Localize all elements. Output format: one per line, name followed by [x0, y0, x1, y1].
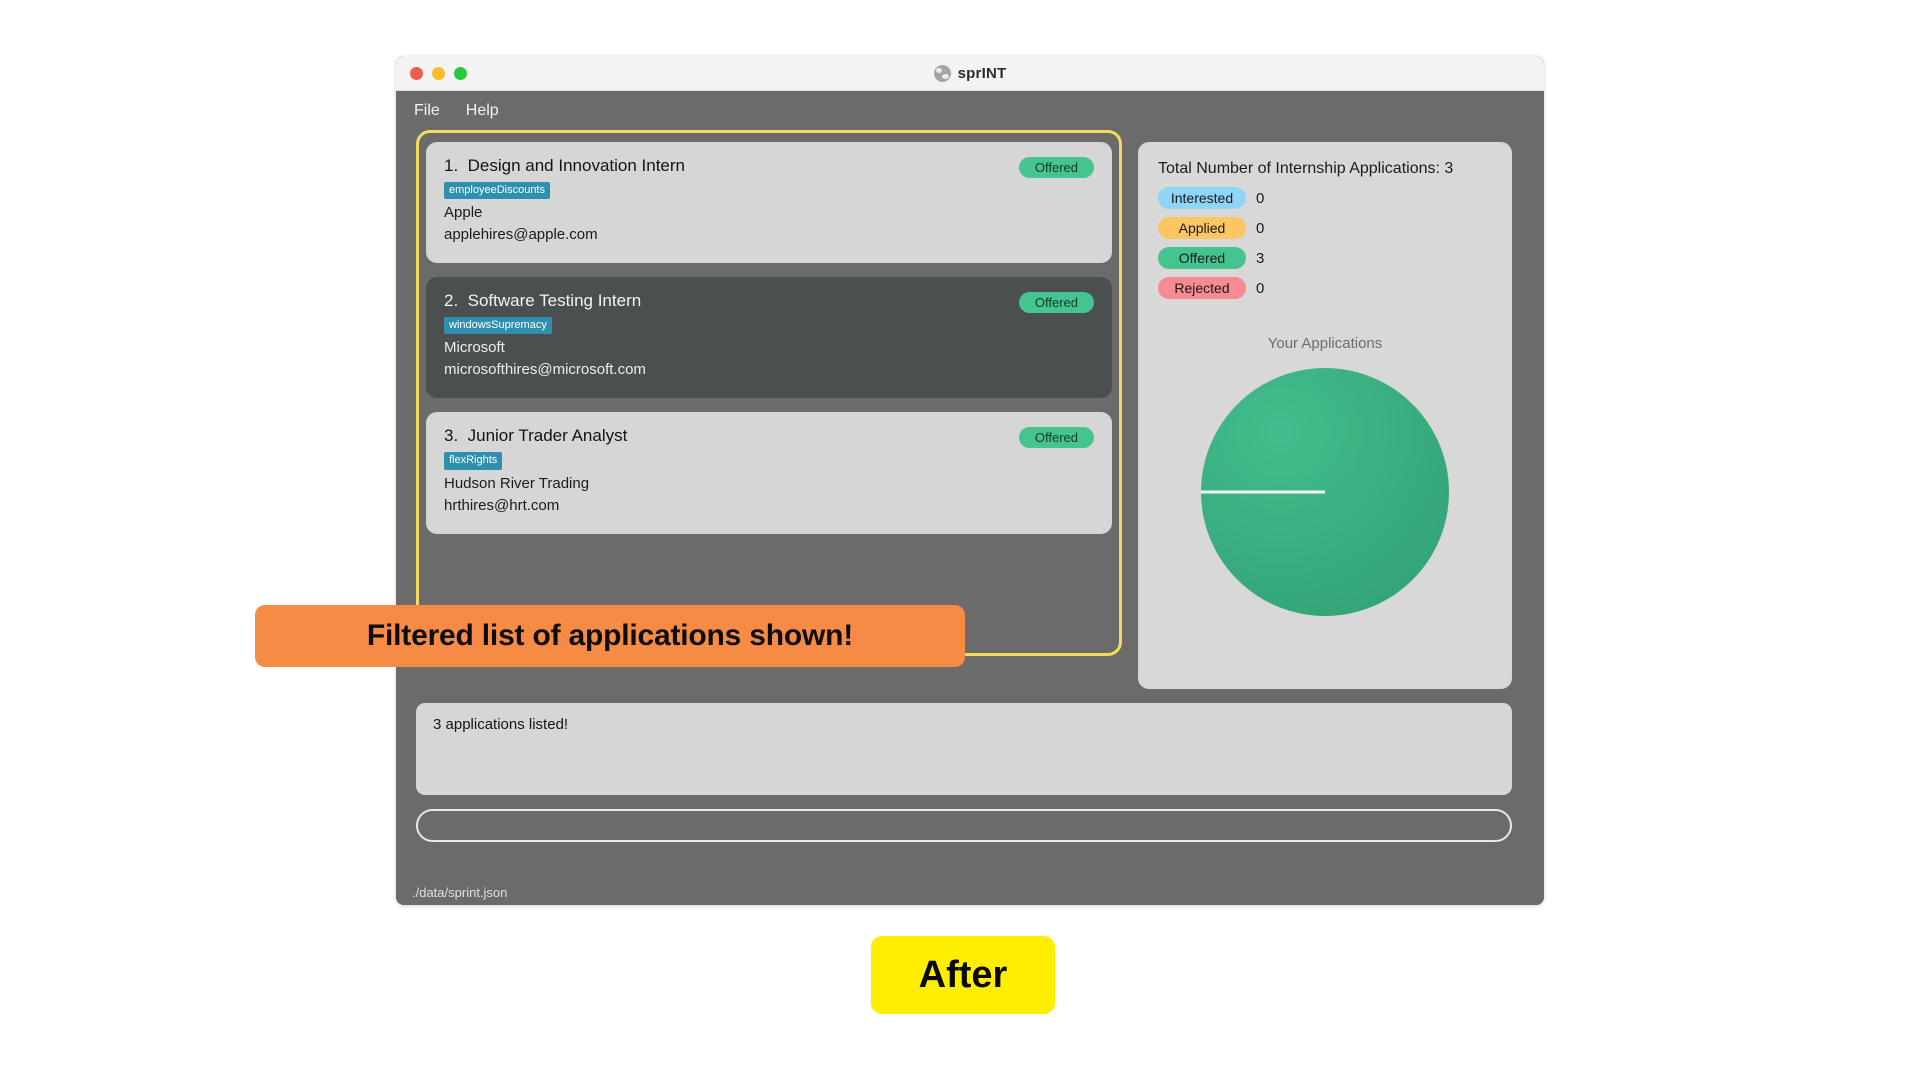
stat-row-rejected: Rejected 0: [1158, 277, 1492, 299]
stat-count-rejected: 0: [1256, 279, 1265, 297]
window-controls: [410, 66, 467, 80]
globe-icon: [933, 64, 951, 82]
log-output-box: 3 applications listed!: [416, 703, 1512, 795]
application-tag: employeeDiscounts: [444, 182, 550, 200]
annotation-banner-text: Filtered list of applications shown!: [366, 619, 854, 652]
statusbar: ./data/sprint.json: [396, 879, 1544, 905]
stat-row-interested: Interested 0: [1158, 187, 1492, 209]
application-tag: flexRights: [444, 452, 503, 470]
app-window: sprINT File Help 1. Design and Innovatio…: [396, 56, 1544, 905]
body-area: 1. Design and Innovation Intern Offered …: [396, 130, 1544, 905]
close-button[interactable]: [410, 66, 423, 80]
stat-chip-interested: Interested: [1158, 187, 1246, 209]
log-message: 3 applications listed!: [433, 716, 569, 733]
app-title: sprINT: [957, 64, 1007, 82]
application-card[interactable]: 2. Software Testing Intern Offered windo…: [426, 277, 1112, 399]
card-header-row: 1. Design and Innovation Intern Offered: [444, 156, 1094, 178]
application-list[interactable]: 1. Design and Innovation Intern Offered …: [426, 142, 1112, 534]
stat-count-interested: 0: [1256, 189, 1265, 207]
titlebar: sprINT: [396, 56, 1544, 91]
annotation-banner: Filtered list of applications shown!: [255, 605, 965, 667]
stat-count-applied: 0: [1256, 219, 1265, 237]
stat-row-offered: Offered 3: [1158, 247, 1492, 269]
application-card[interactable]: 3. Junior Trader Analyst Offered flexRig…: [426, 412, 1112, 534]
application-card[interactable]: 1. Design and Innovation Intern Offered …: [426, 142, 1112, 264]
application-title: 3. Junior Trader Analyst: [444, 426, 628, 446]
stat-chip-offered: Offered: [1158, 247, 1246, 269]
menu-item-file[interactable]: File: [414, 102, 440, 120]
minimize-button[interactable]: [432, 66, 445, 80]
stat-chip-applied: Applied: [1158, 217, 1246, 239]
application-email: applehires@apple.com: [444, 226, 598, 244]
application-tag: windowsSupremacy: [444, 317, 552, 335]
application-company: Hudson River Trading: [444, 474, 590, 492]
application-email: microsofthires@microsoft.com: [444, 361, 646, 379]
screenshot-root: sprINT File Help 1. Design and Innovatio…: [0, 0, 1920, 1080]
after-badge: After: [871, 936, 1055, 1014]
command-input[interactable]: [416, 809, 1512, 842]
pie-chart: [1201, 368, 1449, 616]
menubar: File Help: [396, 91, 1544, 130]
title-center-group: sprINT: [396, 64, 1544, 82]
stat-count-offered: 3: [1256, 249, 1265, 267]
menu-item-help[interactable]: Help: [466, 102, 499, 120]
stats-title: Total Number of Internship Applications:…: [1158, 160, 1454, 177]
stat-row-applied: Applied 0: [1158, 217, 1492, 239]
after-badge-text: After: [918, 953, 1008, 996]
application-title: 1. Design and Innovation Intern: [444, 156, 685, 175]
card-header-row: 3. Junior Trader Analyst Offered: [444, 426, 1094, 449]
application-company: Microsoft: [444, 339, 505, 357]
status-badge: Offered: [1018, 427, 1094, 449]
maximize-button[interactable]: [454, 66, 467, 80]
pie-chart-title: Your Applications: [1267, 335, 1383, 352]
status-badge: Offered: [1018, 157, 1094, 178]
card-header-row: 2. Software Testing Intern Offered: [444, 291, 1094, 314]
application-title: 2. Software Testing Intern: [444, 291, 642, 311]
application-email: hrthires@hrt.com: [444, 496, 560, 514]
statusbar-path: ./data/sprint.json: [412, 884, 508, 900]
pie-divider-line: [1201, 490, 1325, 494]
status-badge: Offered: [1018, 292, 1094, 314]
stat-chip-rejected: Rejected: [1158, 277, 1246, 299]
application-company: Apple: [444, 204, 483, 222]
stats-panel: Total Number of Internship Applications:…: [1138, 142, 1512, 689]
